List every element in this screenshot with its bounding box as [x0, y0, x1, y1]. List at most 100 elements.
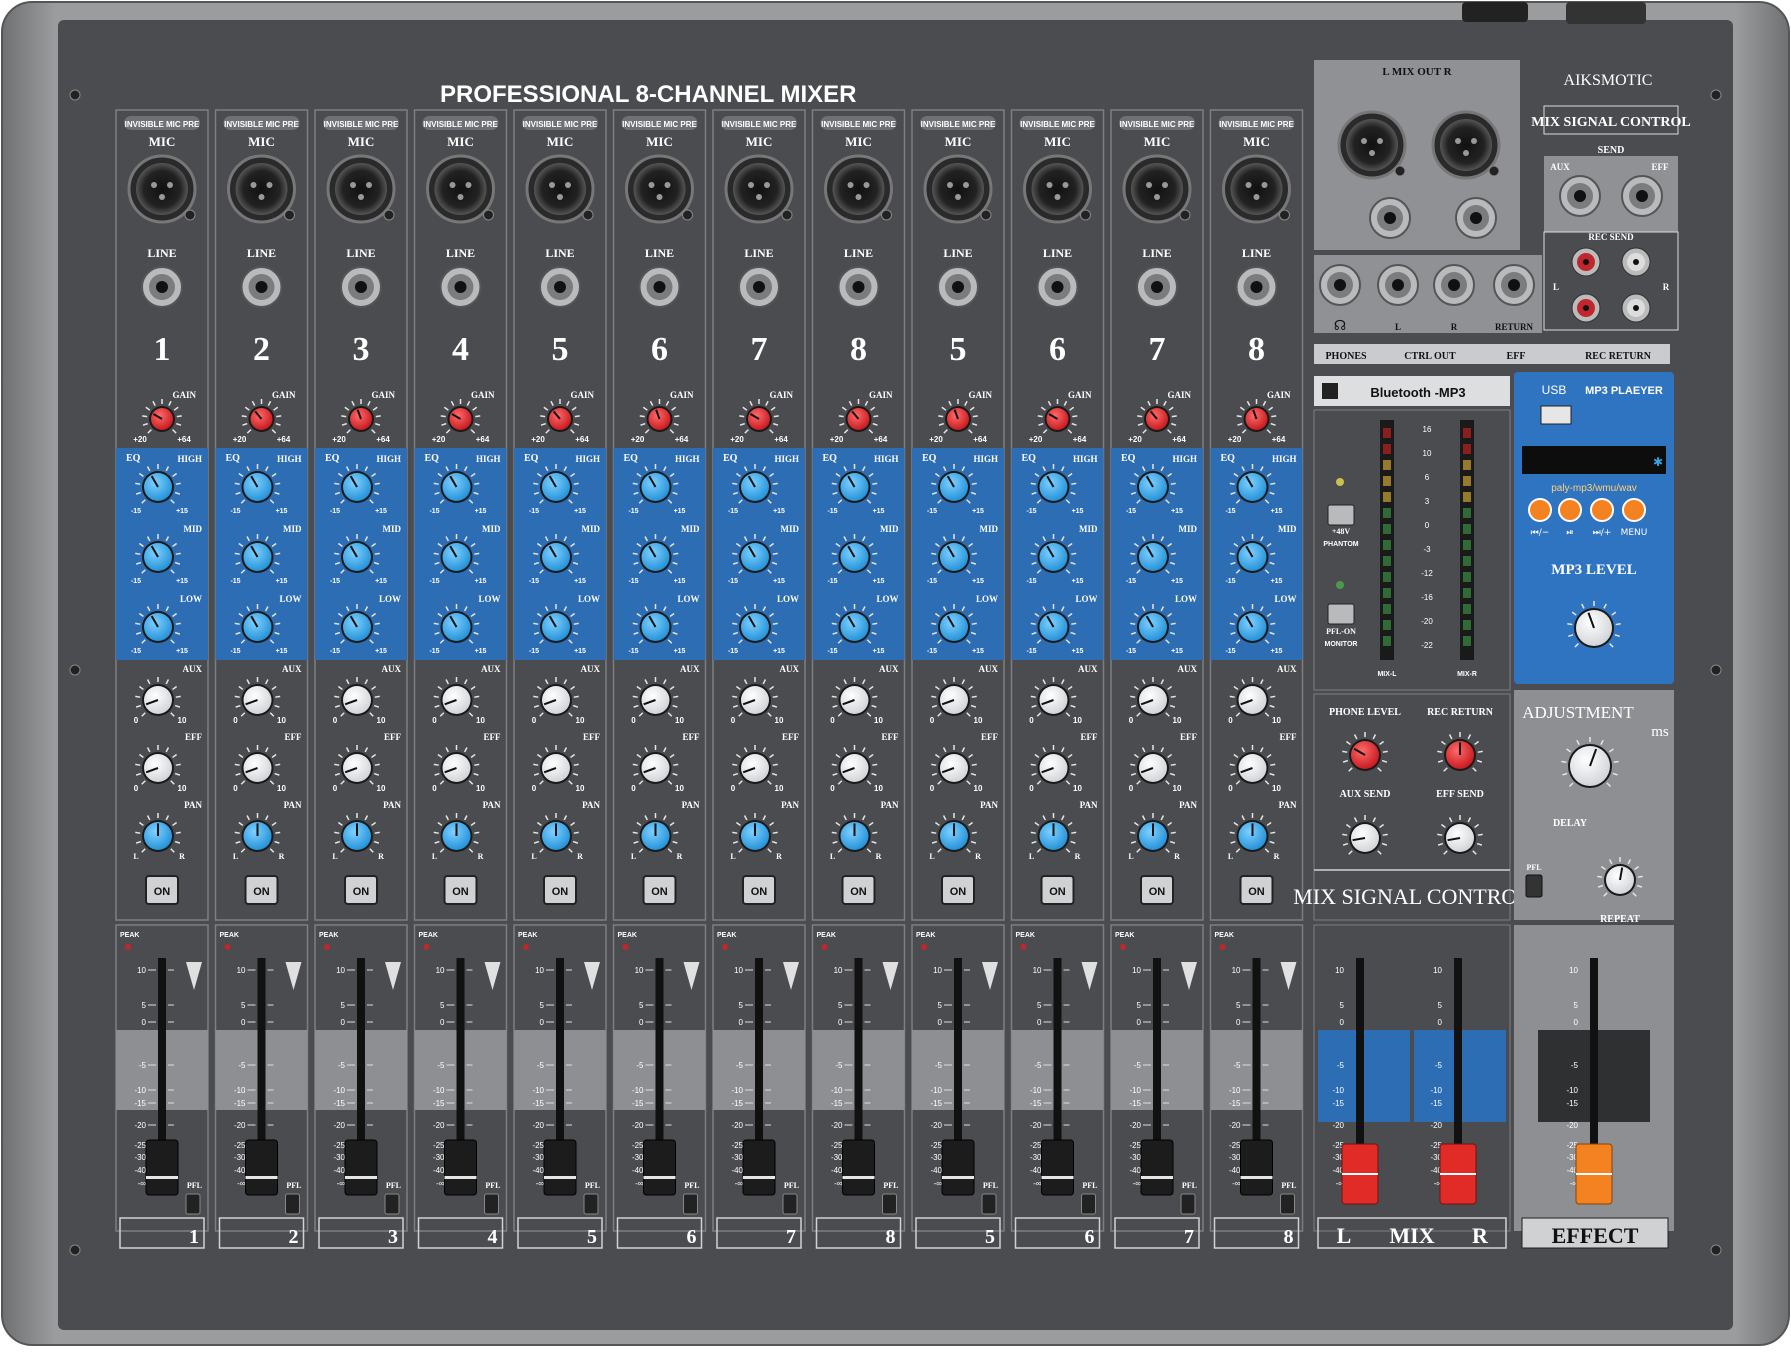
on-button[interactable]: ON [1040, 875, 1075, 905]
line-input-jack[interactable] [738, 266, 780, 308]
aux-label: AUX [183, 664, 203, 674]
phones-jack[interactable] [1319, 264, 1361, 306]
mic-input-xlr[interactable] [127, 154, 197, 224]
rca-jack[interactable] [1571, 293, 1601, 323]
mix-out-r-xlr[interactable] [1431, 110, 1501, 180]
line-input-jack[interactable] [141, 266, 183, 308]
fader-scale-label: -15 [1332, 1099, 1344, 1108]
on-button[interactable]: ON [145, 875, 179, 905]
ctrl-out-l-jack[interactable] [1377, 264, 1419, 306]
channel-fader[interactable] [1240, 1139, 1273, 1196]
pfl-button[interactable] [484, 1193, 499, 1215]
on-button[interactable]: ON [841, 875, 876, 905]
channel-fader[interactable] [1140, 1139, 1174, 1196]
on-button[interactable]: ON [1239, 875, 1274, 905]
mid-label: MID [1179, 524, 1198, 534]
on-button[interactable]: ON [742, 875, 776, 905]
line-input-jack[interactable] [1136, 266, 1178, 308]
effect-fader[interactable] [1575, 1143, 1613, 1205]
mic-input-xlr[interactable] [1023, 154, 1092, 224]
gain-max-label: +64 [1272, 435, 1286, 444]
line-input-jack[interactable] [240, 266, 283, 308]
line-input-jack[interactable] [1235, 266, 1278, 308]
mic-input-xlr[interactable] [525, 154, 595, 224]
rca-jack[interactable] [1621, 247, 1651, 277]
mic-input-xlr[interactable] [326, 154, 396, 224]
rca-jack[interactable] [1621, 293, 1651, 323]
rca-jack[interactable] [1571, 247, 1601, 277]
line-input-jack[interactable] [1036, 266, 1079, 308]
next-button[interactable]: ⏭/+ [1590, 498, 1614, 538]
usb-port[interactable] [1540, 405, 1572, 425]
phantom-button[interactable] [1327, 504, 1355, 526]
high-label: HIGH [874, 454, 899, 464]
channel-fader[interactable] [742, 1139, 776, 1196]
mic-input-xlr[interactable] [724, 154, 794, 224]
on-button[interactable]: ON [443, 875, 478, 905]
pfl-button[interactable] [185, 1193, 201, 1215]
mic-input-xlr[interactable] [227, 154, 296, 224]
on-button[interactable]: ON [543, 875, 577, 905]
line-input-jack[interactable] [340, 266, 382, 308]
eff-send-jack[interactable] [1621, 175, 1663, 217]
on-button[interactable]: ON [642, 875, 677, 905]
mix-r-fader[interactable] [1439, 1143, 1477, 1205]
channel-fader[interactable] [245, 1139, 278, 1196]
eq-min-label: -15 [1225, 648, 1235, 655]
pfl-button[interactable] [782, 1193, 798, 1215]
eq-min-label: -15 [628, 508, 638, 515]
mix-l-footer: L [1337, 1223, 1352, 1248]
pfl-button[interactable] [285, 1193, 300, 1215]
mic-input-xlr[interactable] [824, 154, 893, 224]
low-label: LOW [578, 594, 600, 604]
channel-fader[interactable] [643, 1139, 676, 1196]
channel-fader[interactable] [145, 1139, 179, 1196]
gain-min-label: +20 [133, 435, 147, 444]
pfl-button[interactable] [882, 1193, 897, 1215]
pfl-button[interactable] [384, 1193, 400, 1215]
line-input-jack[interactable] [837, 266, 880, 308]
on-button[interactable]: ON [1140, 875, 1174, 905]
pfl-button[interactable] [1280, 1193, 1295, 1215]
power-switch[interactable] [1462, 2, 1528, 22]
mic-input-xlr[interactable] [923, 154, 993, 224]
pfl-button[interactable] [1180, 1193, 1196, 1215]
line-input-jack[interactable] [638, 266, 681, 308]
mic-label: MIC [646, 134, 673, 149]
channel-fader[interactable] [543, 1139, 577, 1196]
fader-scale-label: -30 [1030, 1153, 1042, 1162]
mic-input-xlr[interactable] [426, 154, 495, 224]
effect-pfl-button[interactable] [1525, 874, 1543, 898]
pfl-button[interactable] [583, 1193, 599, 1215]
eq-max-label: +15 [873, 578, 885, 585]
knob-max-label: 10 [874, 716, 883, 725]
line-input-jack[interactable] [439, 266, 482, 308]
pfl-on-button[interactable] [1327, 603, 1355, 625]
pfl-button[interactable] [1081, 1193, 1096, 1215]
ctrl-out-r-jack[interactable] [1433, 264, 1475, 306]
mix-out-r-jack[interactable] [1455, 197, 1497, 239]
on-button[interactable]: ON [344, 875, 378, 905]
channel-fader[interactable] [1041, 1139, 1074, 1196]
mic-input-xlr[interactable] [1222, 154, 1291, 224]
aux-send-jack[interactable] [1559, 175, 1601, 217]
pfl-button[interactable] [981, 1193, 997, 1215]
channel-fader[interactable] [344, 1139, 378, 1196]
pan-r-label: R [179, 852, 185, 861]
mic-input-xlr[interactable] [1122, 154, 1192, 224]
channel-fader[interactable] [444, 1139, 477, 1196]
channel-fader[interactable] [941, 1139, 975, 1196]
mix-out-l-jack[interactable] [1369, 197, 1411, 239]
mic-input-xlr[interactable] [625, 154, 694, 224]
on-button[interactable]: ON [941, 875, 975, 905]
mix-out-l-xlr[interactable] [1337, 110, 1407, 180]
return-jack[interactable] [1493, 264, 1535, 306]
pfl-button[interactable] [683, 1193, 698, 1215]
mix-l-fader[interactable] [1341, 1143, 1379, 1205]
prev-button[interactable]: ⏮/− [1528, 498, 1552, 538]
channel-fader[interactable] [842, 1139, 875, 1196]
line-input-jack[interactable] [937, 266, 979, 308]
low-label: LOW [677, 594, 699, 604]
on-button[interactable]: ON [244, 875, 279, 905]
line-input-jack[interactable] [539, 266, 581, 308]
